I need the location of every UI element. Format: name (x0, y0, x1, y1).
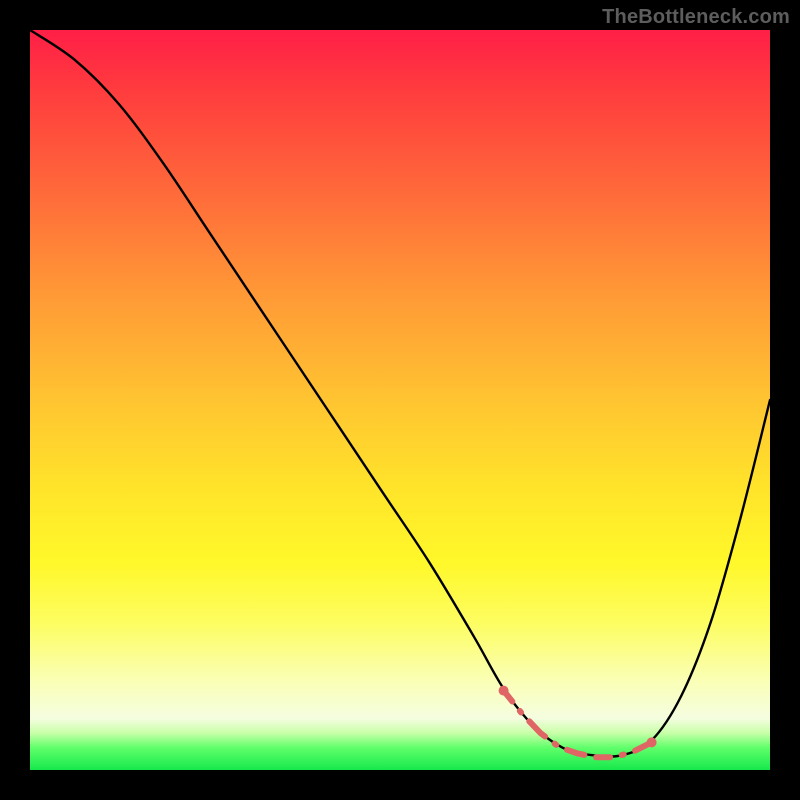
curve-svg (30, 30, 770, 770)
chart-root: TheBottleneck.com (0, 0, 800, 800)
optimal-range-start-dot (499, 686, 509, 696)
watermark-text: TheBottleneck.com (602, 6, 790, 29)
bottleneck-curve (30, 30, 770, 757)
optimal-range-marker (504, 691, 652, 758)
optimal-range-end-dot (647, 737, 657, 747)
plot-area (30, 30, 770, 770)
